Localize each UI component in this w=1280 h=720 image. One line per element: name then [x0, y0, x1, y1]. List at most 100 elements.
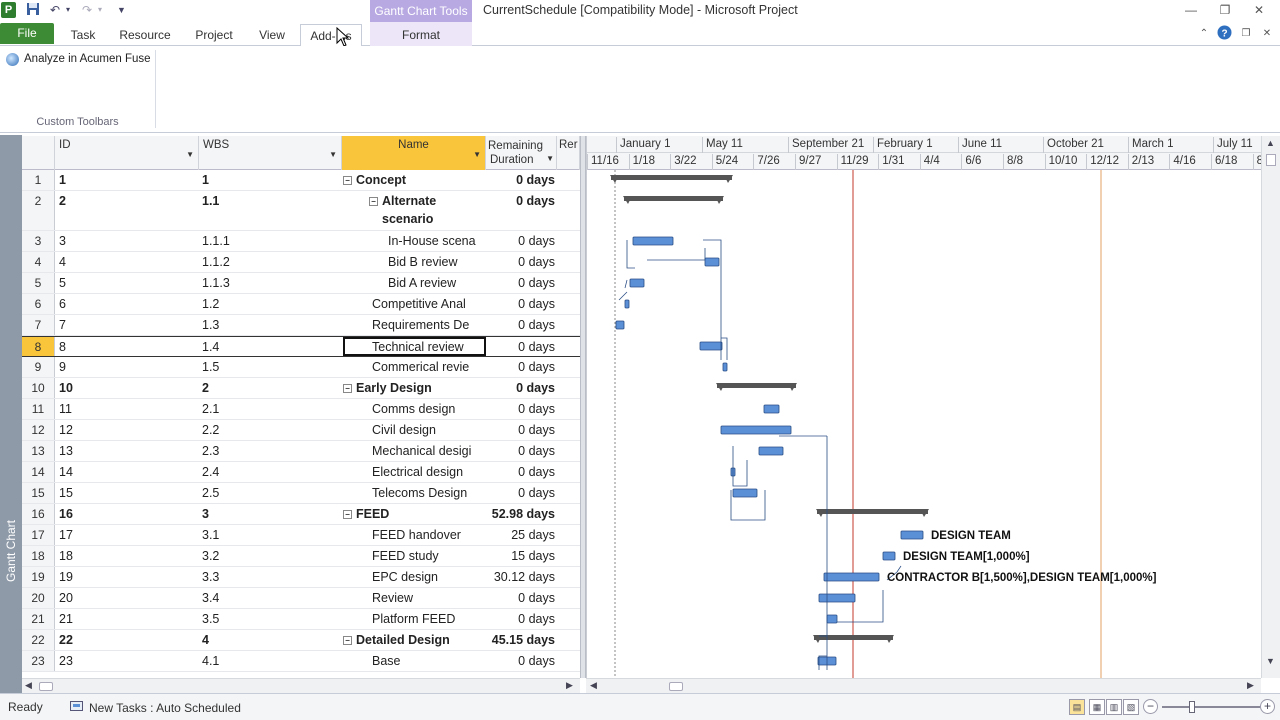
row-number[interactable]: 10 — [22, 378, 55, 398]
collapse-toggle-icon[interactable]: − — [343, 510, 352, 519]
table-row[interactable]: 6 6 1.2 Competitive Anal 0 days — [22, 294, 580, 315]
row-number[interactable]: 7 — [22, 315, 55, 335]
header-remaining-duration[interactable]: Remaining Duration ▼ — [486, 136, 557, 170]
truncated-cell[interactable] — [557, 546, 580, 566]
task-id-cell[interactable]: 22 — [59, 630, 199, 650]
task-id-cell[interactable]: 7 — [59, 315, 199, 335]
task-wbs-cell[interactable]: 4.1 — [202, 651, 342, 671]
task-wbs-cell[interactable]: 2.4 — [202, 462, 342, 482]
table-row[interactable]: 21 21 3.5 Platform FEED 0 days — [22, 609, 580, 630]
task-id-cell[interactable]: 20 — [59, 588, 199, 608]
zoom-in-icon[interactable]: + — [1260, 699, 1275, 714]
scroll-up-icon[interactable]: ▲ — [1266, 138, 1275, 148]
remaining-duration-cell[interactable]: 25 days — [486, 525, 557, 545]
truncated-cell[interactable] — [557, 609, 580, 629]
table-row[interactable]: 14 14 2.4 Electrical design 0 days — [22, 462, 580, 483]
table-row[interactable]: 12 12 2.2 Civil design 0 days — [22, 420, 580, 441]
row-number[interactable]: 6 — [22, 294, 55, 314]
customize-qat-icon[interactable]: ▼ — [117, 2, 126, 18]
remaining-duration-cell[interactable]: 45.15 days — [486, 630, 557, 650]
task-name-cell[interactable]: FEED handover — [343, 525, 486, 545]
row-number[interactable]: 12 — [22, 420, 55, 440]
table-row[interactable]: 10 10 2− Early Design 0 days — [22, 378, 580, 399]
help-icon[interactable]: ? — [1214, 25, 1234, 41]
doc-restore-icon[interactable]: ❐ — [1236, 26, 1256, 42]
remaining-duration-cell[interactable]: 0 days — [486, 337, 557, 356]
task-name-cell[interactable]: − Concept — [343, 170, 486, 190]
header-wbs[interactable]: WBS ▼ — [199, 136, 342, 170]
task-name-cell[interactable]: EPC design — [343, 567, 486, 587]
task-name-cell[interactable]: − Early Design — [343, 378, 486, 398]
new-tasks-mode-button[interactable]: New Tasks : Auto Scheduled — [70, 700, 241, 715]
header-truncated-column[interactable]: Rer — [557, 136, 580, 170]
gantt-scroll-thumb[interactable] — [669, 682, 683, 691]
table-row[interactable]: 13 13 2.3 Mechanical desigi 0 days — [22, 441, 580, 462]
row-number[interactable]: 16 — [22, 504, 55, 524]
scroll-left-icon[interactable]: ◀ — [25, 680, 32, 691]
task-id-cell[interactable]: 8 — [59, 337, 199, 356]
truncated-cell[interactable] — [557, 231, 580, 251]
remaining-duration-cell[interactable]: 0 days — [486, 252, 557, 272]
truncated-cell[interactable] — [557, 315, 580, 335]
gantt-view-shortcut-icon[interactable]: ▤ — [1069, 699, 1085, 715]
redo-icon[interactable]: ↷ — [82, 2, 92, 18]
select-all-corner[interactable] — [22, 136, 55, 170]
table-row[interactable]: 16 16 3− FEED 52.98 days — [22, 504, 580, 525]
remaining-duration-cell[interactable]: 0 days — [486, 399, 557, 419]
task-wbs-cell[interactable]: 2.3 — [202, 441, 342, 461]
zoom-slider[interactable] — [1162, 706, 1260, 708]
gantt-vertical-scrollbar[interactable]: ▲ ▼ — [1261, 136, 1280, 678]
row-number[interactable]: 2 — [22, 191, 55, 230]
table-row[interactable]: 5 5 1.1.3 Bid A review 0 days — [22, 273, 580, 294]
task-wbs-cell[interactable]: 3.2 — [202, 546, 342, 566]
task-wbs-cell[interactable]: 1.4 — [202, 337, 342, 356]
remaining-duration-cell[interactable]: 15 days — [486, 546, 557, 566]
task-name-cell[interactable]: Commerical revie — [343, 357, 486, 377]
task-name-cell[interactable]: Platform FEED — [343, 609, 486, 629]
save-icon[interactable] — [26, 2, 40, 18]
redo-dropdown-icon[interactable]: ▾ — [98, 2, 102, 18]
task-id-cell[interactable]: 12 — [59, 420, 199, 440]
truncated-cell[interactable] — [557, 588, 580, 608]
row-number[interactable]: 3 — [22, 231, 55, 251]
remaining-duration-cell[interactable]: 0 days — [486, 273, 557, 293]
task-wbs-cell[interactable]: 1.2 — [202, 294, 342, 314]
task-wbs-cell[interactable]: 1.5 — [202, 357, 342, 377]
task-name-cell[interactable]: Civil design — [343, 420, 486, 440]
row-number[interactable]: 14 — [22, 462, 55, 482]
table-row[interactable]: 3 3 1.1.1 In-House scena 0 days — [22, 231, 580, 252]
task-wbs-cell[interactable]: 2.2 — [202, 420, 342, 440]
task-wbs-cell[interactable]: 3.5 — [202, 609, 342, 629]
collapse-toggle-icon[interactable]: − — [343, 384, 352, 393]
task-name-cell[interactable]: Competitive Anal — [343, 294, 486, 314]
row-number[interactable]: 17 — [22, 525, 55, 545]
table-horizontal-scrollbar[interactable]: ◀ ▶ — [22, 678, 580, 693]
task-id-cell[interactable]: 6 — [59, 294, 199, 314]
gantt-scroll-right-icon[interactable]: ▶ — [1247, 680, 1254, 691]
row-number[interactable]: 11 — [22, 399, 55, 419]
remaining-duration-cell[interactable]: 0 days — [486, 357, 557, 377]
truncated-cell[interactable] — [557, 252, 580, 272]
tab-view[interactable]: View — [252, 27, 292, 47]
task-name-cell[interactable]: Bid B review — [343, 252, 486, 272]
task-name-cell[interactable]: Comms design — [343, 399, 486, 419]
row-number[interactable]: 20 — [22, 588, 55, 608]
task-wbs-cell[interactable]: 1 — [202, 170, 342, 190]
task-wbs-cell[interactable]: 1.1.1 — [202, 231, 342, 251]
task-id-cell[interactable]: 9 — [59, 357, 199, 377]
gantt-horizontal-scrollbar[interactable]: ◀ ▶ — [586, 678, 1261, 693]
task-id-cell[interactable]: 15 — [59, 483, 199, 503]
tab-task[interactable]: Task — [62, 27, 104, 47]
task-id-cell[interactable]: 2 — [59, 191, 199, 230]
truncated-cell[interactable] — [557, 504, 580, 524]
tab-format[interactable]: Format — [394, 27, 448, 47]
table-row[interactable]: 2 2 1.1− Alternate scenario 0 days — [22, 191, 580, 231]
remaining-duration-cell[interactable]: 0 days — [486, 170, 557, 190]
row-number[interactable]: 1 — [22, 170, 55, 190]
table-row[interactable]: 9 9 1.5 Commerical revie 0 days — [22, 357, 580, 378]
header-id[interactable]: ID ▼ — [55, 136, 199, 170]
zoom-out-icon[interactable]: − — [1143, 699, 1158, 714]
remaining-duration-cell[interactable]: 0 days — [486, 294, 557, 314]
truncated-cell[interactable] — [557, 294, 580, 314]
remaining-duration-cell[interactable]: 0 days — [486, 420, 557, 440]
